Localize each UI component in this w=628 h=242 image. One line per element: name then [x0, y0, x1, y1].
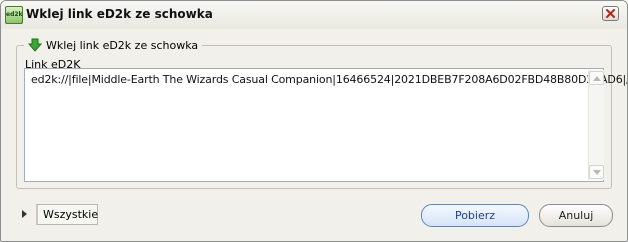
- scroll-down-button[interactable]: [589, 165, 604, 179]
- link-input[interactable]: ed2k://|file|Middle-Earth The Wizards Ca…: [24, 68, 627, 182]
- close-icon: [606, 9, 615, 18]
- vertical-scrollbar[interactable]: [588, 70, 604, 180]
- close-button[interactable]: [602, 6, 619, 21]
- cancel-button[interactable]: Anuluj: [539, 204, 613, 227]
- download-button[interactable]: Pobierz: [421, 204, 529, 227]
- window-title: Wklej link eD2k ze schowka: [26, 7, 213, 21]
- ed2k-app-icon: ed2k: [5, 6, 23, 24]
- expand-triangle-icon[interactable]: [21, 209, 29, 219]
- chevron-up-icon: [593, 76, 601, 81]
- dialog-window: ed2k Wklej link eD2k ze schowka Wklej li…: [0, 0, 628, 242]
- show-all-toggle[interactable]: Wszystkie: [36, 204, 98, 225]
- scroll-up-button[interactable]: [589, 71, 604, 85]
- link-input-value: ed2k://|file|Middle-Earth The Wizards Ca…: [31, 73, 628, 86]
- title-bar[interactable]: ed2k Wklej link eD2k ze schowka: [1, 1, 627, 29]
- chevron-down-icon: [593, 170, 601, 175]
- group-header: Wklej link eD2k ze schowka: [24, 37, 203, 53]
- group-title: Wklej link eD2k ze schowka: [46, 38, 199, 52]
- green-down-arrow-icon: [28, 38, 42, 52]
